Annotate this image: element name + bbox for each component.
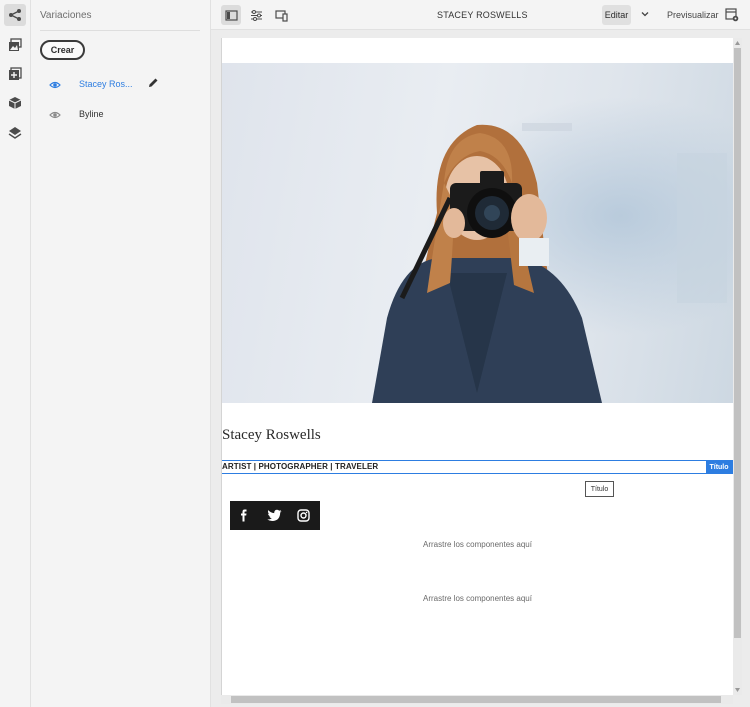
assets-icon[interactable] <box>4 34 26 56</box>
eye-icon[interactable] <box>49 109 61 121</box>
add-component-icon[interactable] <box>4 63 26 85</box>
preview-button[interactable]: Previsualizar <box>667 10 719 20</box>
panel-divider <box>40 30 200 31</box>
portrait-image[interactable] <box>222 63 733 403</box>
create-button[interactable]: Crear <box>40 40 85 60</box>
variations-panel: Variaciones Crear Stacey Ros... Byline <box>31 0 211 707</box>
social-media-bar[interactable] <box>230 501 320 530</box>
emulator-icon[interactable] <box>271 5 291 25</box>
editor-canvas: Stacey Roswells ARTIST | PHOTOGRAPHER | … <box>211 30 750 707</box>
component-tooltip: Título <box>585 481 614 497</box>
drop-zone[interactable]: Arrastre los componentes aquí <box>222 540 733 549</box>
subtitle-text: ARTIST | PHOTOGRAPHER | TRAVELER <box>222 462 379 471</box>
variations-icon[interactable] <box>4 4 26 26</box>
variation-label: Byline <box>79 109 104 119</box>
title-component[interactable]: ARTIST | PHOTOGRAPHER | TRAVELER Título <box>222 460 733 474</box>
eye-icon[interactable] <box>49 79 61 91</box>
content-fragment-icon[interactable] <box>4 92 26 114</box>
scrollbar-thumb[interactable] <box>734 48 741 638</box>
edit-mode-button[interactable]: Editar <box>602 5 631 25</box>
toggle-side-panel-icon[interactable] <box>221 5 241 25</box>
vertical-scrollbar[interactable] <box>733 38 742 695</box>
pencil-icon[interactable] <box>147 77 159 89</box>
variation-item-byline[interactable]: Byline <box>31 104 211 126</box>
drop-zone[interactable]: Arrastre los componentes aquí <box>222 594 733 603</box>
editor-toolbar: STACEY ROSWELLS Editar Previsualizar <box>211 0 750 30</box>
left-rail <box>0 0 31 707</box>
variation-item-master[interactable]: Stacey Ros... <box>31 74 211 96</box>
page-info-icon[interactable] <box>725 8 739 22</box>
scrollbar-thumb[interactable] <box>231 696 721 703</box>
twitter-icon[interactable] <box>267 509 282 522</box>
document-title: STACEY ROSWELLS <box>437 10 528 20</box>
page-title[interactable]: Stacey Roswells <box>222 427 321 444</box>
page-canvas: Stacey Roswells ARTIST | PHOTOGRAPHER | … <box>221 38 733 695</box>
chevron-down-icon[interactable] <box>639 8 651 20</box>
instagram-icon[interactable] <box>297 509 310 522</box>
properties-icon[interactable] <box>246 5 266 25</box>
variation-label: Stacey Ros... <box>79 79 133 89</box>
facebook-icon[interactable] <box>237 509 250 522</box>
horizontal-scrollbar[interactable] <box>221 695 733 704</box>
component-tag[interactable]: Título <box>706 460 732 474</box>
panel-title: Variaciones <box>40 10 92 21</box>
layers-icon[interactable] <box>4 122 26 144</box>
